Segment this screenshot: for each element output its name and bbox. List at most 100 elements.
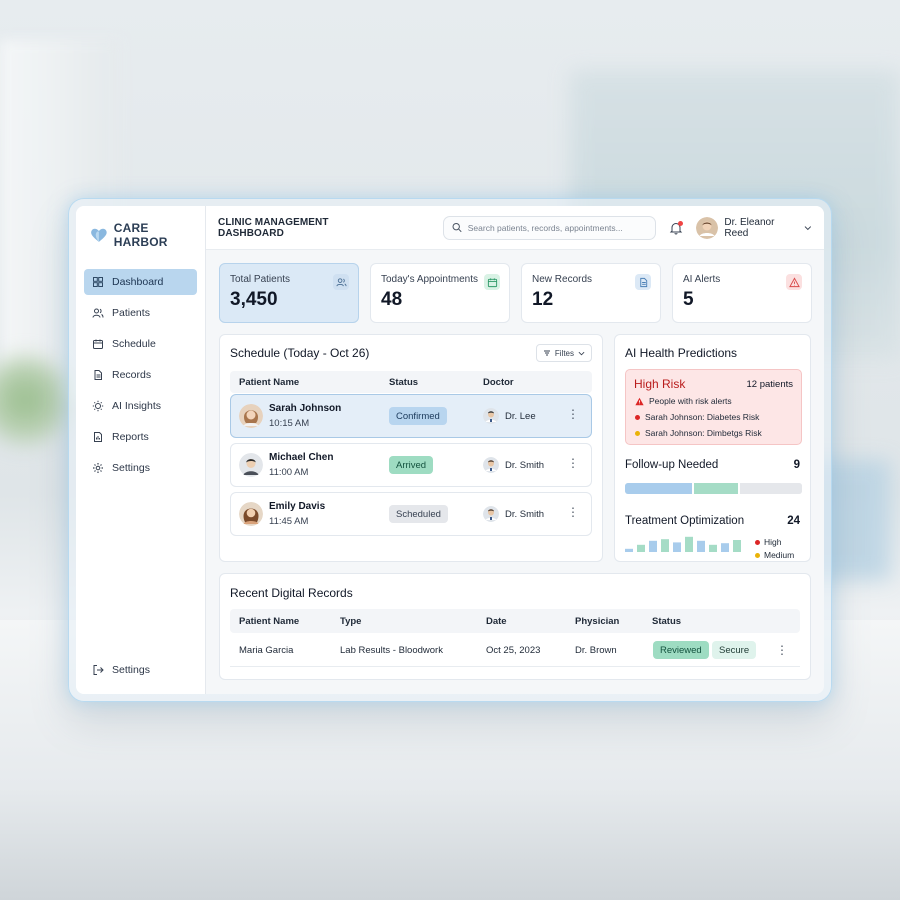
legend-dot xyxy=(755,539,760,545)
treatment-title: Treatment Optimization xyxy=(625,515,745,527)
record-type: Lab Results - Bloodwork xyxy=(340,645,443,656)
sidebar-item-label: AI Insights xyxy=(112,400,162,412)
status-badge: Reviewed xyxy=(653,641,709,659)
progress-segment xyxy=(625,483,695,494)
patient-name: Emily Davis xyxy=(269,501,326,512)
stat-cards: Total Patients 3,450 Today's Appointment… xyxy=(219,263,812,323)
calendar-icon xyxy=(484,274,500,290)
background-plant xyxy=(0,340,70,460)
mini-chart-bar xyxy=(661,539,669,552)
column-header: Patient Name xyxy=(239,377,300,388)
appointment-time: 10:15 AM xyxy=(269,418,310,429)
sidebar-item-records[interactable]: Records xyxy=(84,362,197,388)
appointment-row[interactable]: Michael Chen 11:00 AM Arrived Dr. Smith … xyxy=(230,443,592,487)
heart-logo-icon xyxy=(91,228,107,242)
risk-dot xyxy=(635,414,640,420)
status-badge: Confirmed xyxy=(389,407,447,425)
sidebar-item-label: Settings xyxy=(112,462,150,474)
stat-card-ai-alerts[interactable]: AI Alerts 5 xyxy=(672,263,812,323)
filter-icon xyxy=(543,350,550,356)
column-header: Patient Name xyxy=(239,616,300,627)
patient-name: Sarah Johnson xyxy=(269,403,342,414)
warning-icon xyxy=(635,397,644,405)
appointment-row[interactable]: Sarah Johnson 10:15 AM Confirmed Dr. Lee… xyxy=(230,394,592,438)
treatment-count: 24 xyxy=(787,515,800,527)
page-title: CLINIC MANAGEMENT DASHBOARD xyxy=(218,216,329,239)
sidebar-item-dashboard[interactable]: Dashboard xyxy=(84,269,197,295)
follow-up-count: 9 xyxy=(793,459,800,471)
doctor-name: Dr. Smith xyxy=(505,508,545,520)
schedule-table-header: Patient Name Status Doctor xyxy=(230,371,592,393)
schedule-panel: Schedule (Today - Oct 26) Filtes Patient… xyxy=(219,334,603,562)
mini-chart-bar xyxy=(721,543,729,552)
more-options-icon[interactable]: ⋮ xyxy=(567,408,579,420)
progress-segment xyxy=(694,483,741,494)
appointment-row[interactable]: Emily Davis 11:45 AM Scheduled Dr. Smith… xyxy=(230,492,592,536)
high-risk-card[interactable]: High Risk 12 patients People with risk a… xyxy=(625,369,802,445)
sidebar-item-settings[interactable]: Settings xyxy=(84,455,197,481)
table-row[interactable]: Maria Garcia Lab Results - Bloodwork Oct… xyxy=(230,635,800,667)
logout-icon xyxy=(93,665,104,675)
progress-segment xyxy=(740,483,802,494)
search-icon xyxy=(452,222,462,233)
secure-badge: Secure xyxy=(712,641,757,659)
legend-label: High xyxy=(764,537,782,547)
ai-predictions-title: AI Health Predictions xyxy=(625,346,738,360)
risk-item-text: Sarah Johnson: Dimbetgs Risk xyxy=(645,428,762,438)
sidebar-bottom: Settings xyxy=(84,657,197,688)
risk-alert-text: People with risk alerts xyxy=(649,396,732,406)
risk-item: Sarah Johnson: Diabetes Risk xyxy=(635,412,759,422)
search-box[interactable] xyxy=(442,215,657,240)
brand-name: CARE HARBOR xyxy=(113,220,168,249)
top-bar: CLINIC MANAGEMENT DASHBOARD Dr. Eleanor … xyxy=(206,206,824,250)
sidebar-item-settings-bottom[interactable]: Settings xyxy=(84,657,197,683)
brand[interactable]: CARE HARBOR xyxy=(76,206,205,250)
doctor-avatar xyxy=(483,506,499,522)
filters-button[interactable]: Filtes xyxy=(535,344,592,362)
mini-chart-bar xyxy=(697,540,705,552)
sidebar-item-label: Settings xyxy=(112,664,150,676)
stat-card-total-patients[interactable]: Total Patients 3,450 xyxy=(219,263,359,323)
doctor: Dr. Lee xyxy=(483,408,536,424)
mini-chart-bar xyxy=(685,536,693,552)
filters-label: Filtes xyxy=(554,348,574,358)
patient-name: Michael Chen xyxy=(269,452,334,463)
grid-icon xyxy=(93,277,103,287)
record-date: Oct 25, 2023 xyxy=(486,645,541,656)
column-header: Physician xyxy=(575,616,620,627)
doctor-avatar xyxy=(483,408,499,424)
legend-dot xyxy=(755,552,760,558)
notification-button[interactable] xyxy=(669,220,684,235)
sidebar-item-reports[interactable]: Reports xyxy=(84,424,197,450)
risk-item-text: Sarah Johnson: Diabetes Risk xyxy=(645,412,760,422)
mini-chart-bar xyxy=(649,540,657,552)
record-physician: Dr. Brown xyxy=(575,645,617,656)
more-options-icon[interactable]: ⋮ xyxy=(567,506,579,518)
column-header: Doctor xyxy=(483,377,514,388)
records-title: Recent Digital Records xyxy=(230,586,353,600)
gear-icon xyxy=(93,463,103,473)
legend-item-medium: Medium xyxy=(755,550,794,560)
stat-value: 48 xyxy=(381,289,403,310)
mini-chart-bar xyxy=(673,542,681,552)
sidebar-item-ai-insights[interactable]: AI Insights xyxy=(84,393,197,419)
users-icon xyxy=(92,308,104,318)
stat-card-appointments[interactable]: Today's Appointments 48 xyxy=(370,263,510,323)
user-menu[interactable]: Dr. Eleanor Reed xyxy=(696,216,812,239)
lightbulb-icon xyxy=(92,400,104,412)
high-risk-count: 12 patients xyxy=(746,379,793,390)
doctor-name: Dr. Smith xyxy=(505,459,545,471)
more-options-icon[interactable]: ⋮ xyxy=(776,644,788,656)
stat-card-new-records[interactable]: New Records 12 xyxy=(521,263,661,323)
patient-avatar xyxy=(239,453,263,477)
sidebar-item-label: Reports xyxy=(112,431,149,443)
search-input[interactable] xyxy=(467,222,648,233)
mini-chart-bar xyxy=(709,544,717,552)
dashboard-screen: CARE HARBOR Dashboard Patients Schedule Rec… xyxy=(76,206,824,694)
document-icon xyxy=(94,370,102,380)
mini-chart-bar xyxy=(733,540,741,552)
sidebar-item-patients[interactable]: Patients xyxy=(84,300,197,326)
column-header: Status xyxy=(652,616,682,627)
more-options-icon[interactable]: ⋮ xyxy=(567,457,579,469)
sidebar-item-schedule[interactable]: Schedule xyxy=(84,331,197,357)
